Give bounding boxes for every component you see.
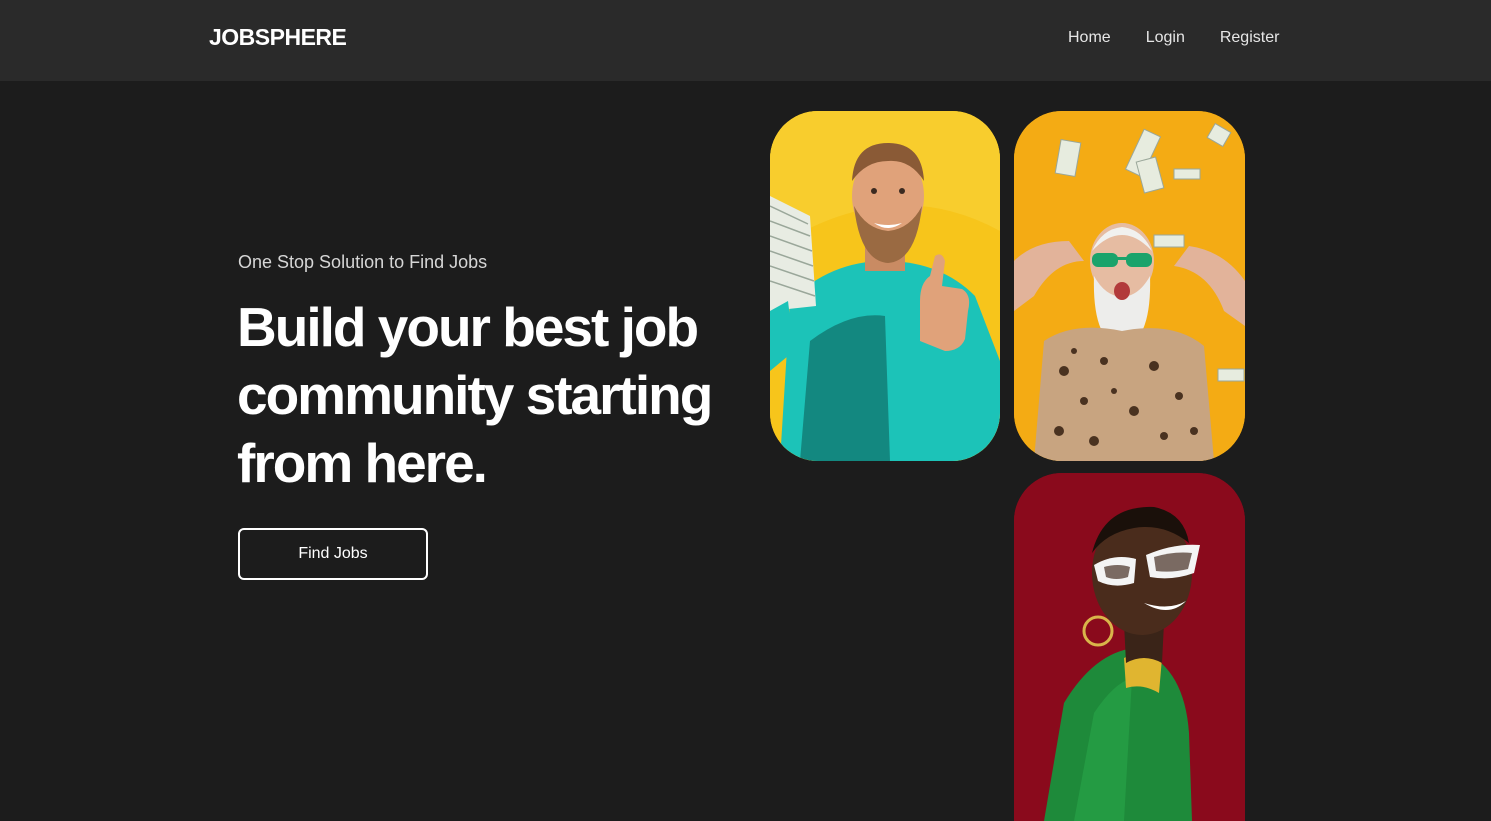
photo-man-with-falling-money — [1014, 111, 1245, 461]
find-jobs-button[interactable]: Find Jobs — [238, 528, 428, 580]
nav-link-register[interactable]: Register — [1220, 29, 1280, 47]
nav-link-login[interactable]: Login — [1146, 29, 1185, 47]
nav-link-home[interactable]: Home — [1068, 29, 1111, 47]
hero-section: One Stop Solution to Find Jobs Build you… — [0, 81, 1491, 821]
brand-logo[interactable]: JOBSPHERE — [209, 24, 347, 51]
photo-woman-green-jacket — [1014, 473, 1245, 821]
hero-tagline: One Stop Solution to Find Jobs — [238, 252, 488, 272]
photo-man-with-cash — [770, 111, 1000, 461]
nav-links: Home Login Register — [1068, 29, 1279, 47]
headline-line-1: Build your best job — [237, 296, 699, 358]
hero-headline: Build your best job community starting f… — [237, 293, 757, 497]
headline-line-3: from here. — [237, 432, 488, 494]
navbar: JOBSPHERE Home Login Register — [0, 0, 1491, 81]
headline-line-2: community starting — [237, 364, 713, 426]
